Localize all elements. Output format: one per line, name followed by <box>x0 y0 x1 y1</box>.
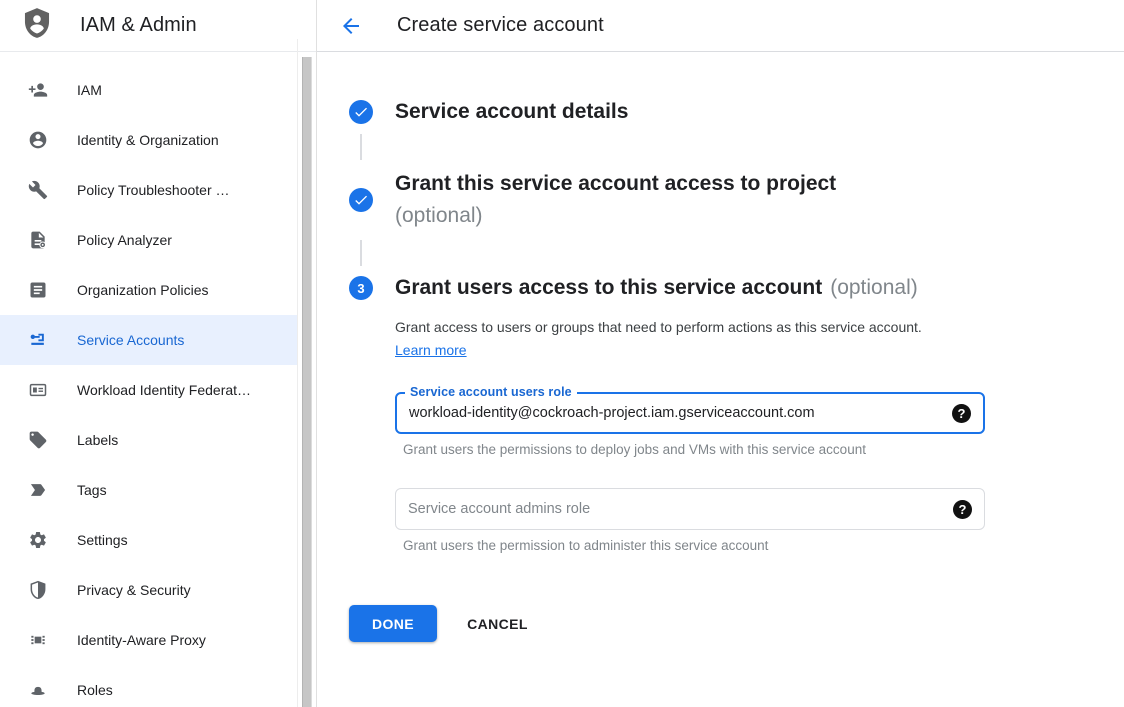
sidebar-item-label: Workload Identity Federat… <box>77 382 251 398</box>
sidebar-item-privacy-security[interactable]: Privacy & Security <box>0 565 297 615</box>
optional-label: (optional) <box>830 276 918 299</box>
cancel-button[interactable]: CANCEL <box>467 616 528 632</box>
users-role-field-label: Service account users role <box>405 385 577 399</box>
sidebar-item-identity-aware-proxy[interactable]: Identity-Aware Proxy <box>0 615 297 665</box>
users-role-helper-text: Grant users the permissions to deploy jo… <box>403 442 985 457</box>
help-icon[interactable]: ? <box>953 500 972 519</box>
sidebar-item-service-accounts[interactable]: Service Accounts <box>0 315 297 365</box>
step-connector-line <box>360 134 362 160</box>
sidebar-item-settings[interactable]: Settings <box>0 515 297 565</box>
page-title: Create service account <box>397 14 604 37</box>
step-number-badge: 3 <box>349 276 373 300</box>
step-description: Grant access to users or groups that nee… <box>395 316 955 362</box>
document-gear-icon <box>28 230 48 250</box>
step-title: Grant users access to this service accou… <box>395 274 918 302</box>
sidebar-item-policy-troubleshooter[interactable]: Policy Troubleshooter … <box>0 165 297 215</box>
wrench-icon <box>28 180 48 200</box>
step-complete-check-icon <box>349 188 373 212</box>
iam-shield-person-icon <box>20 6 54 45</box>
admins-role-input[interactable] <box>408 501 953 517</box>
help-icon[interactable]: ? <box>952 404 971 423</box>
account-circle-icon <box>28 130 48 150</box>
sidebar-item-iam[interactable]: IAM <box>0 65 297 115</box>
proxy-chip-icon <box>28 630 48 650</box>
sidebar-item-tags[interactable]: Tags <box>0 465 297 515</box>
step-connector-line <box>360 240 362 266</box>
step-grant-project-access: Grant this service account access to pro… <box>349 168 1124 232</box>
sidebar-item-policy-analyzer[interactable]: Policy Analyzer <box>0 215 297 265</box>
back-button[interactable] <box>339 14 363 38</box>
sidebar-item-label: Labels <box>77 432 118 448</box>
main-panel: Create service account Service account d… <box>317 0 1124 707</box>
sidebar-item-organization-policies[interactable]: Organization Policies <box>0 265 297 315</box>
stepper-content: Service account details Grant this servi… <box>317 52 1124 642</box>
page-header: Create service account <box>317 0 1124 52</box>
back-arrow-icon <box>339 26 363 41</box>
sidebar-item-identity-organization[interactable]: Identity & Organization <box>0 115 297 165</box>
admins-role-input-container: ? <box>395 488 985 530</box>
step-service-account-details: Service account details <box>349 98 1124 126</box>
sidebar-item-roles[interactable]: Roles <box>0 665 297 707</box>
sidebar-item-label: IAM <box>77 82 102 98</box>
article-icon <box>28 280 48 300</box>
person-add-icon <box>28 80 48 100</box>
shield-half-icon <box>28 580 48 600</box>
admins-role-field-group: ? Grant users the permission to administ… <box>395 488 985 553</box>
sidebar-item-workload-identity-federation[interactable]: Workload Identity Federat… <box>0 365 297 415</box>
sidebar-item-label: Identity-Aware Proxy <box>77 632 206 648</box>
learn-more-link[interactable]: Learn more <box>395 342 467 358</box>
sidebar-item-label: Settings <box>77 532 128 548</box>
badge-card-icon <box>28 380 48 400</box>
step-title: Service account details <box>395 98 628 126</box>
sidebar-item-label: Privacy & Security <box>77 582 191 598</box>
users-role-field-group: Service account users role ? Grant users… <box>395 392 985 457</box>
users-role-input-container: Service account users role ? <box>395 392 985 434</box>
sidebar-item-label: Roles <box>77 682 113 698</box>
sidebar-item-label: Identity & Organization <box>77 132 219 148</box>
tag-icon <box>28 430 48 450</box>
product-title: IAM & Admin <box>80 14 197 37</box>
sidebar-item-label: Tags <box>77 482 107 498</box>
sidebar-scrollbar[interactable] <box>302 57 312 707</box>
step-title: Grant this service account access to pro… <box>395 168 836 232</box>
optional-label: (optional) <box>395 200 836 232</box>
gear-icon <box>28 530 48 550</box>
sidebar-item-label: Service Accounts <box>77 332 184 348</box>
step-grant-users-access: 3 Grant users access to this service acc… <box>349 274 1124 302</box>
step-complete-check-icon <box>349 100 373 124</box>
sidebar-header: IAM & Admin <box>0 0 316 52</box>
users-role-input[interactable] <box>409 405 952 421</box>
sidebar: IAM & Admin IAM Identity & Organization <box>0 0 317 707</box>
admins-role-helper-text: Grant users the permission to administer… <box>403 538 985 553</box>
step-3-body: Grant access to users or groups that nee… <box>395 316 1124 553</box>
done-button[interactable]: DONE <box>349 605 437 642</box>
action-buttons: DONE CANCEL <box>349 605 1124 642</box>
hat-icon <box>28 680 48 700</box>
sidebar-nav: IAM Identity & Organization Policy Troub… <box>0 52 316 707</box>
sidebar-item-label: Policy Analyzer <box>77 232 172 248</box>
service-account-robot-icon <box>28 330 48 350</box>
label-important-icon <box>28 480 48 500</box>
sidebar-item-label: Policy Troubleshooter … <box>77 182 230 198</box>
app-window: IAM & Admin IAM Identity & Organization <box>0 0 1124 707</box>
sidebar-item-labels[interactable]: Labels <box>0 415 297 465</box>
sidebar-item-label: Organization Policies <box>77 282 209 298</box>
